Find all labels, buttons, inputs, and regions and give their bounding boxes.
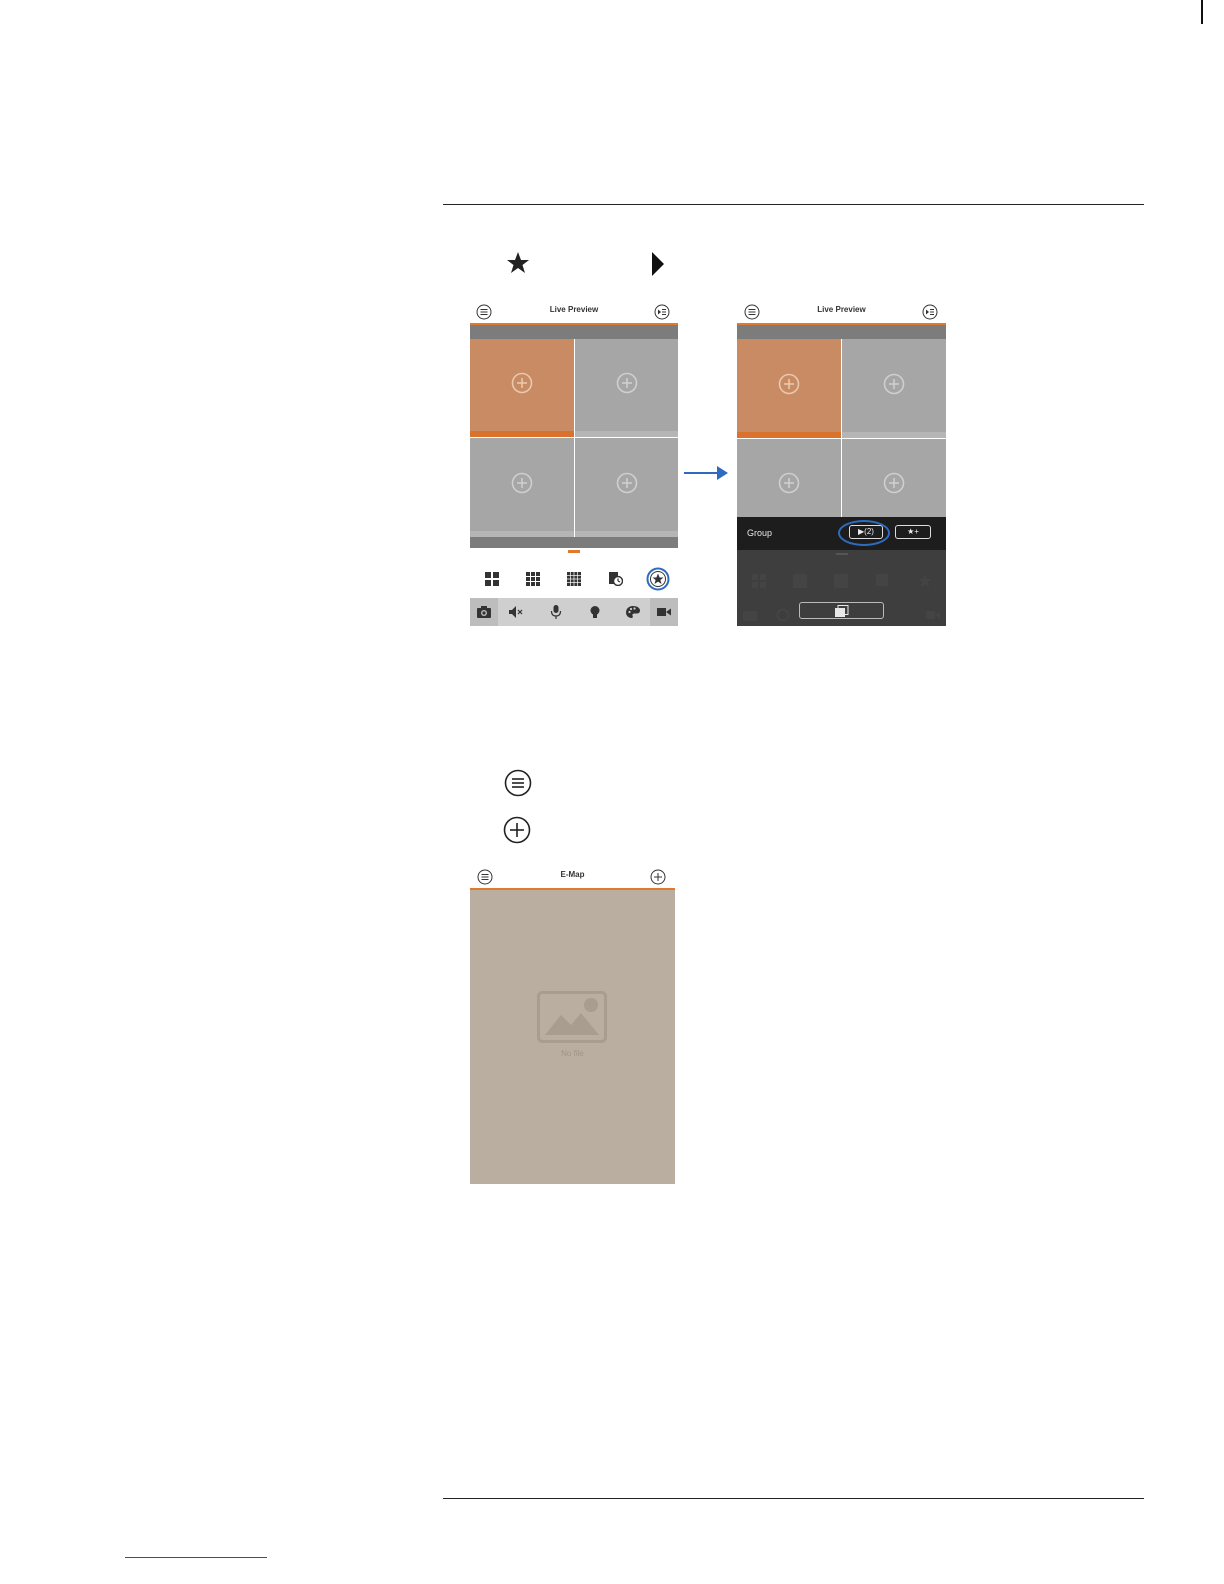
video-cell-1[interactable] [737, 339, 841, 438]
record-video-icon[interactable] [657, 605, 671, 619]
add-channel-icon[interactable] [883, 472, 905, 494]
video-cell-3[interactable] [737, 439, 841, 517]
color-palette-icon[interactable] [626, 605, 640, 619]
footer-link-underline [125, 1557, 267, 1558]
page-indicator [568, 550, 580, 553]
video-cell-1[interactable] [470, 339, 574, 437]
mute-icon[interactable] [509, 605, 523, 619]
video-cell-4[interactable] [575, 438, 678, 537]
add-channel-icon[interactable] [616, 372, 638, 394]
star-icon [507, 252, 529, 273]
cell-status-bar [737, 432, 841, 438]
layout-16-icon [834, 574, 848, 588]
video-cell-2[interactable] [842, 339, 946, 438]
record-video-icon [926, 611, 940, 619]
add-favorite-button[interactable]: ★+ [895, 525, 931, 539]
app-header: Live Preview [470, 300, 678, 325]
device-list-icon[interactable] [654, 304, 670, 320]
playback-schedule-icon [876, 574, 888, 586]
refresh-icon [776, 608, 790, 622]
page-title: Live Preview [817, 305, 866, 314]
layout-4-icon [752, 574, 766, 588]
playback-schedule-icon[interactable] [609, 572, 623, 586]
cell-status-bar [842, 432, 946, 438]
header-rule [443, 204, 1144, 205]
camera-snapshot-icon [743, 611, 757, 621]
device-list-icon[interactable] [922, 304, 938, 320]
control-bar [470, 598, 678, 626]
layout-toolbar [470, 558, 678, 598]
add-channel-icon[interactable] [778, 373, 800, 395]
menu-icon [504, 769, 532, 797]
layout-4-icon[interactable] [485, 572, 499, 586]
layout-9-icon [793, 574, 807, 588]
page-title: E-Map [560, 870, 585, 879]
cell-status-bar [470, 431, 574, 437]
image-placeholder-icon [537, 991, 607, 1043]
add-map-icon[interactable] [650, 869, 666, 885]
video-cell-2[interactable] [575, 339, 678, 437]
camera-snapshot-icon[interactable] [477, 605, 491, 619]
footer-rule [443, 1498, 1144, 1499]
layout-9-icon[interactable] [526, 572, 540, 586]
group-bar: Group ▶(2) ★+ [737, 517, 946, 550]
favorites-star-icon [918, 574, 932, 587]
video-cell-4[interactable] [842, 439, 946, 517]
add-channel-icon[interactable] [616, 472, 638, 494]
highlight-callout [838, 520, 890, 546]
add-circle-icon [503, 816, 531, 844]
favorites-star-icon[interactable] [646, 567, 670, 591]
arrow-right-icon [684, 466, 728, 480]
add-channel-icon[interactable] [511, 372, 533, 394]
dimmed-toolbar-area [737, 550, 946, 626]
page-edge-mark [1201, 0, 1203, 24]
group-folder-icon [835, 605, 849, 617]
emap-screen: E-Map No file [470, 865, 675, 1184]
live-preview-group-screen: Live Preview Group ▶(2) ★+ [737, 300, 946, 626]
top-strip [737, 325, 946, 339]
add-channel-icon[interactable] [511, 472, 533, 494]
microphone-icon[interactable] [549, 605, 563, 619]
group-label: Group [747, 528, 773, 538]
video-cell-3[interactable] [470, 438, 574, 537]
add-channel-icon[interactable] [778, 472, 800, 494]
layout-16-icon[interactable] [567, 572, 581, 586]
page-title: Live Preview [549, 305, 599, 314]
light-bulb-icon[interactable] [588, 605, 602, 619]
app-header: Live Preview [737, 300, 946, 325]
bottom-strip [470, 537, 678, 548]
group-device-selector[interactable] [799, 602, 884, 619]
cell-status-bar [575, 431, 678, 437]
add-channel-icon[interactable] [883, 373, 905, 395]
app-header: E-Map [470, 865, 675, 890]
empty-state-text: No file [561, 1049, 584, 1058]
top-strip [470, 325, 678, 339]
live-preview-screen: Live Preview [470, 300, 678, 626]
play-triangle-icon [652, 252, 664, 276]
